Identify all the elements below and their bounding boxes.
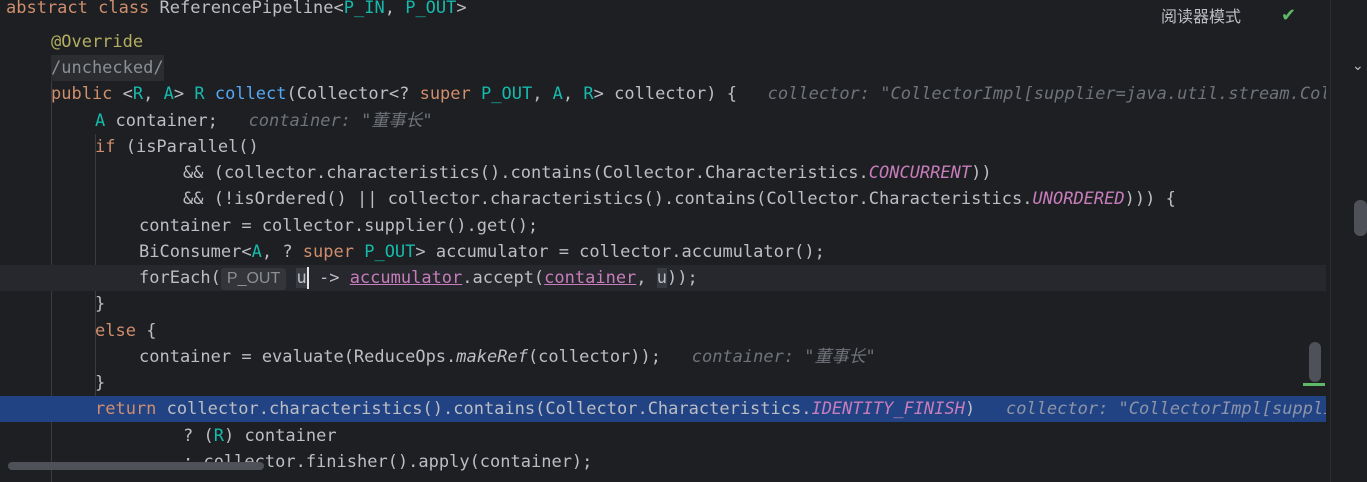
- type-param: P_OUT: [481, 84, 533, 104]
- code-text: ): [964, 399, 976, 419]
- code-line-close-brace[interactable]: }: [0, 370, 1326, 396]
- keyword: return: [95, 399, 157, 419]
- code-text: (isParallel(): [115, 137, 259, 157]
- punct: ,: [384, 0, 406, 18]
- code-text: && (collector.characteristics().contains…: [183, 163, 869, 183]
- type-param: P_OUT: [364, 242, 416, 262]
- type-param: A: [95, 111, 106, 131]
- type-param: R: [213, 426, 224, 446]
- code-text: > collector) {: [593, 84, 737, 104]
- panel-scrollbar-thumb[interactable]: [1354, 200, 1367, 236]
- constant: CONCURRENT: [868, 163, 972, 183]
- code-line-and-concurrent[interactable]: && (collector.characteristics().contains…: [0, 160, 1326, 186]
- debug-value-hint: container: "董事长": [691, 347, 876, 367]
- code-text: ))) {: [1124, 189, 1176, 209]
- code-line-return-execution-point[interactable]: return collector.characteristics().conta…: [0, 396, 1326, 422]
- code-text: (collector));: [527, 347, 661, 367]
- code-text: container = collector.supplier().get();: [139, 216, 539, 236]
- code-text: )): [971, 163, 992, 183]
- lambda-param: u: [656, 268, 668, 288]
- punct: <: [122, 84, 133, 104]
- code-text: container = evaluate(ReduceOps.: [139, 347, 457, 367]
- code-text: }: [95, 373, 106, 393]
- code-text: > accumulator = collector.accumulator();: [415, 242, 825, 262]
- code-text: {: [135, 321, 157, 341]
- annotation: @Override: [51, 32, 144, 52]
- type-param: A: [251, 242, 262, 262]
- keyword: else: [95, 321, 136, 341]
- type-param: R: [132, 84, 144, 104]
- debug-value-hint: container: "董事长": [248, 111, 433, 131]
- reader-mode-bar: 阅读器模式 ✔: [1125, 0, 1330, 30]
- check-icon[interactable]: ✔: [1281, 5, 1296, 26]
- code-line-suppress[interactable]: /unchecked/: [0, 55, 1326, 81]
- vertical-scrollbar-thumb[interactable]: [1309, 342, 1321, 382]
- captured-variable: container: [544, 268, 637, 288]
- code-text: ->: [308, 268, 350, 288]
- code-text: && (!isOrdered() || collector.characteri…: [183, 189, 1033, 209]
- folded-annotation[interactable]: /unchecked/: [51, 55, 164, 81]
- static-method: makeRef: [456, 347, 528, 367]
- type-inlay-hint: P_OUT: [220, 268, 287, 290]
- code-text: collector.characteristics().contains(Col…: [156, 399, 812, 419]
- code-line-container-decl[interactable]: A container; container: "董事长": [0, 108, 1326, 134]
- code-line-biconsumer[interactable]: BiConsumer<A, ? super P_OUT> accumulator…: [0, 239, 1326, 265]
- change-marker: [1303, 383, 1325, 386]
- code-text: ));: [667, 268, 698, 288]
- type-param: A: [163, 84, 174, 104]
- code-text: (Collector<?: [286, 84, 420, 104]
- type-param: P_OUT: [405, 0, 457, 18]
- keyword: public: [51, 84, 123, 104]
- chevron-down-icon[interactable]: ⌄: [1352, 58, 1364, 74]
- code-line-else[interactable]: else {: [0, 318, 1326, 344]
- type-param: R: [194, 84, 215, 104]
- lambda-param: u: [296, 268, 307, 288]
- constant: IDENTITY_FINISH: [811, 399, 965, 419]
- code-line-close-brace[interactable]: }: [0, 291, 1326, 317]
- code-line-supplier[interactable]: container = collector.supplier().get();: [0, 213, 1326, 239]
- code-line-if[interactable]: if (isParallel(): [0, 134, 1326, 160]
- code-text: ,: [636, 268, 657, 288]
- constant: UNORDERED: [1032, 189, 1125, 209]
- keyword: super: [419, 84, 481, 104]
- code-text: container;: [105, 111, 218, 131]
- type-param: A: [552, 84, 563, 104]
- punct: ,: [562, 84, 584, 104]
- debug-value-hint: collector: "CollectorImpl[supplier=java.…: [1005, 399, 1326, 419]
- code-text: }: [95, 294, 106, 314]
- class-name: ReferencePipeline<: [159, 0, 344, 18]
- horizontal-scrollbar-thumb[interactable]: [8, 462, 264, 470]
- code-text: , ?: [261, 242, 303, 262]
- code-text: ) container: [223, 426, 337, 446]
- reader-mode-button[interactable]: 阅读器模式: [1161, 3, 1241, 27]
- keyword: abstract class: [6, 0, 160, 18]
- code-text: BiConsumer<: [139, 242, 252, 262]
- punct: >: [456, 0, 467, 18]
- code-line-foreach-current[interactable]: forEach(P_OUT u -> accumulator.accept(co…: [0, 265, 1326, 291]
- keyword: super: [302, 242, 365, 262]
- type-param: R: [583, 84, 594, 104]
- code-text: ? (: [183, 426, 214, 446]
- punct: >: [173, 84, 195, 104]
- code-editor[interactable]: abstract class ReferencePipeline<P_IN, P…: [0, 0, 1330, 482]
- keyword: if: [95, 137, 116, 157]
- punct: ,: [143, 84, 164, 104]
- debug-value-hint: collector: "CollectorImpl[supplier=java.…: [767, 84, 1326, 104]
- method-name: collect: [214, 84, 287, 104]
- code-line-ternary-true[interactable]: ? (R) container: [0, 423, 1326, 449]
- code-text: forEach(: [139, 268, 221, 288]
- code-line-evaluate[interactable]: container = evaluate(ReduceOps.makeRef(c…: [0, 344, 1326, 370]
- punct: ,: [532, 84, 553, 104]
- code-line-signature[interactable]: public <R, A> R collect(Collector<? supe…: [0, 81, 1326, 107]
- captured-variable: accumulator: [349, 268, 463, 288]
- type-param: P_IN: [343, 0, 385, 18]
- code-line-and-unordered[interactable]: && (!isOrdered() || collector.characteri…: [0, 186, 1326, 212]
- code-text: .accept(: [462, 268, 545, 288]
- code-line-override[interactable]: @Override: [0, 29, 1326, 55]
